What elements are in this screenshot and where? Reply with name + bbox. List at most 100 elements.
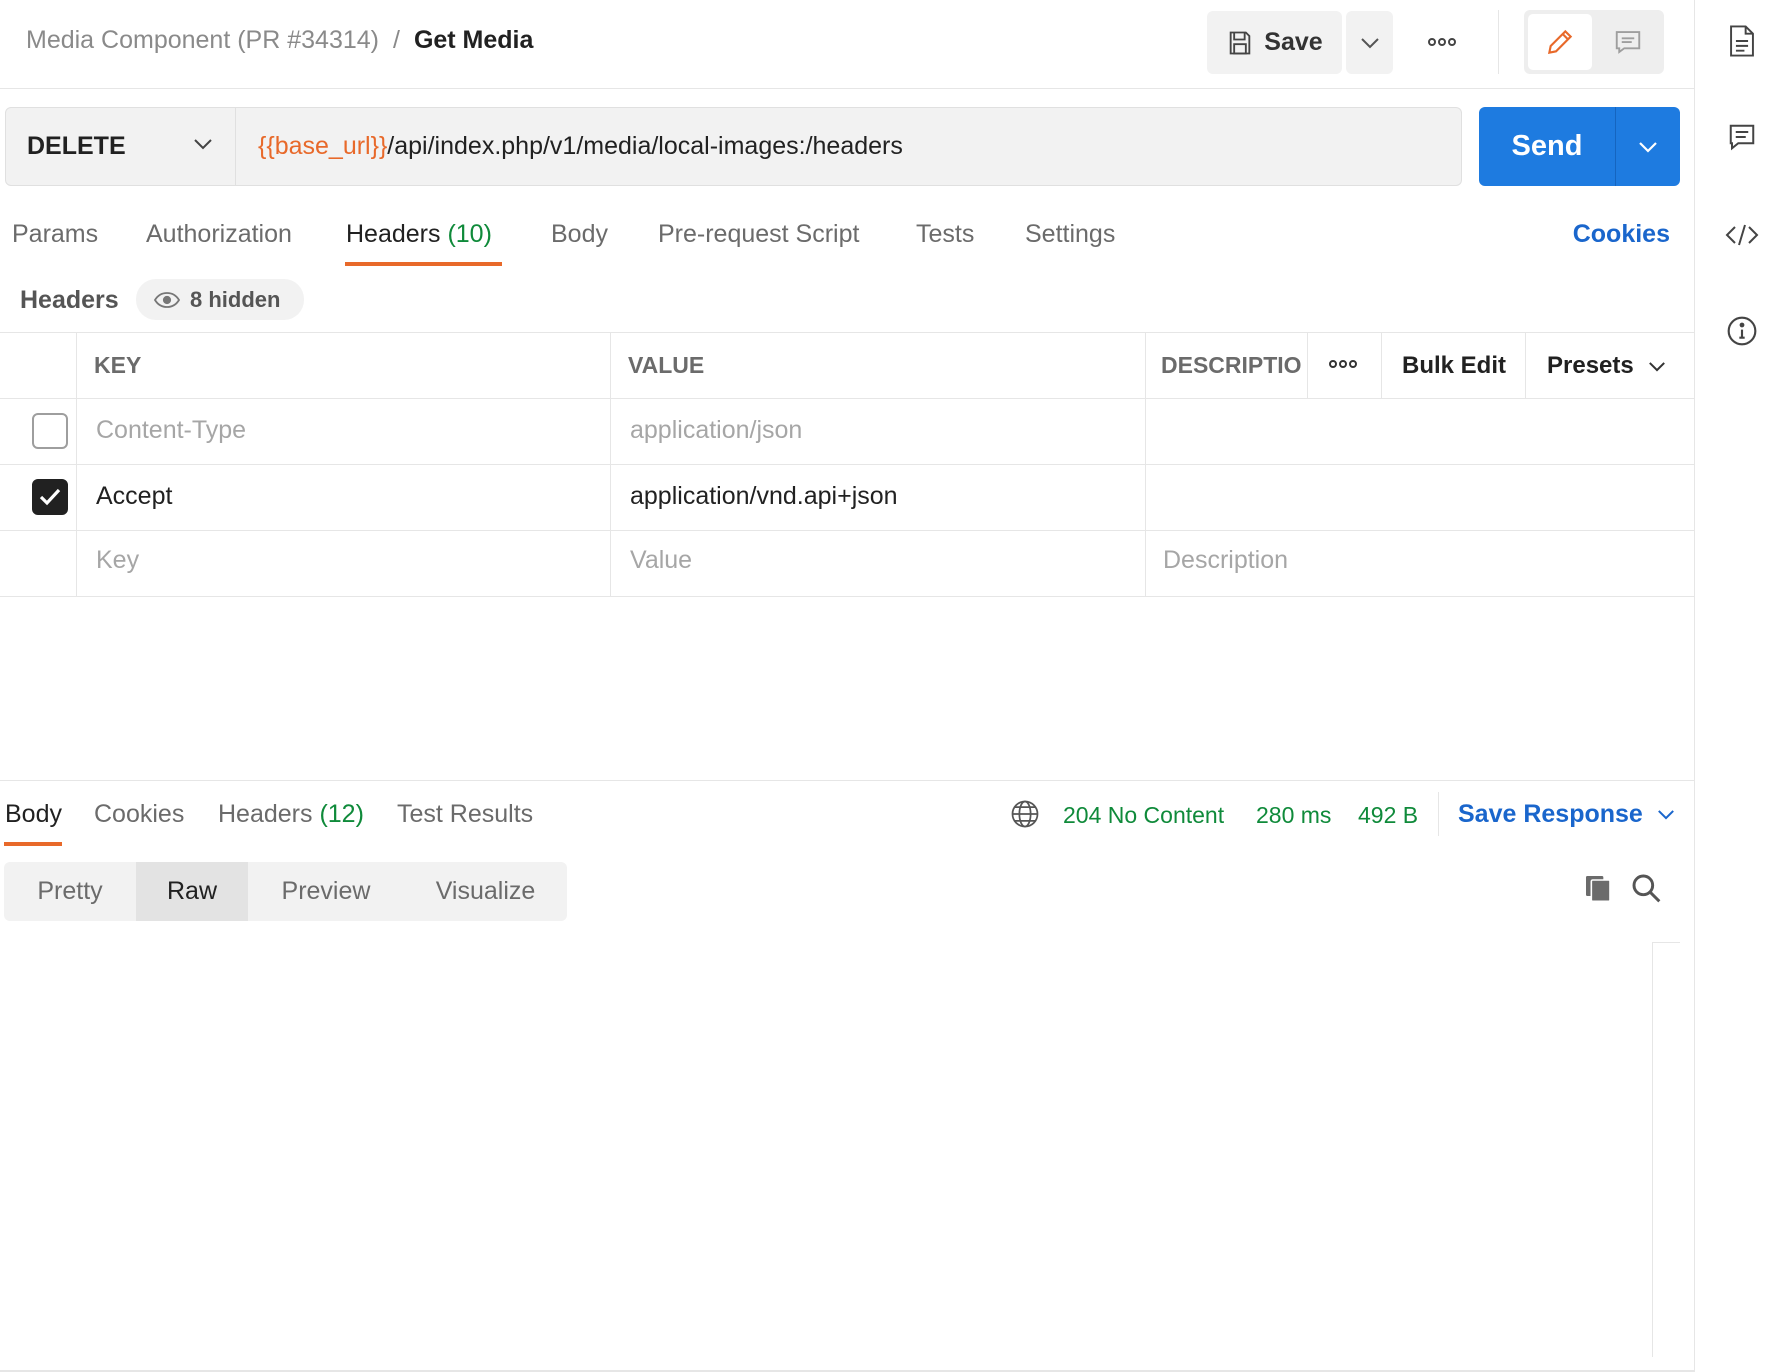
response-tab-headers-label: Headers bbox=[218, 800, 313, 828]
response-meta-divider bbox=[1438, 792, 1439, 836]
save-options-button[interactable] bbox=[1346, 11, 1393, 74]
comment-icon bbox=[1615, 31, 1641, 54]
pencil-icon bbox=[1547, 29, 1573, 55]
response-size[interactable]: 492 B bbox=[1358, 802, 1418, 829]
response-time[interactable]: 280 ms bbox=[1256, 802, 1331, 829]
view-preview[interactable]: Preview bbox=[248, 862, 404, 921]
main-panel: Media Component (PR #34314) / Get Media … bbox=[0, 0, 1694, 1372]
headers-section-title: Headers bbox=[20, 286, 119, 314]
document-icon bbox=[1730, 25, 1754, 57]
url-input[interactable]: {{base_url}}/api/index.php/v1/media/loca… bbox=[236, 107, 1462, 186]
response-tab-test-results[interactable]: Test Results bbox=[397, 800, 533, 829]
active-response-tab-indicator bbox=[4, 842, 62, 846]
search-icon[interactable] bbox=[1630, 872, 1662, 904]
tab-tests[interactable]: Tests bbox=[916, 220, 974, 249]
response-tab-headers[interactable]: Headers (12) bbox=[218, 800, 364, 829]
save-response-button[interactable]: Save Response bbox=[1458, 800, 1675, 829]
request-tabs: Params Authorization Headers (10) Body P… bbox=[0, 210, 1694, 270]
request-name[interactable]: Get Media bbox=[414, 26, 533, 55]
method-label: DELETE bbox=[27, 132, 126, 160]
more-horizontal-icon bbox=[1428, 38, 1456, 46]
response-tab-cookies[interactable]: Cookies bbox=[94, 800, 184, 829]
header-value-cell[interactable]: application/json bbox=[630, 416, 802, 445]
response-body-scroll-top bbox=[1652, 942, 1680, 943]
table-border bbox=[0, 398, 1694, 399]
tab-prerequest-script[interactable]: Pre-request Script bbox=[658, 220, 859, 249]
url-path: /api/index.php/v1/media/local-images:/he… bbox=[387, 132, 903, 160]
eye-icon bbox=[154, 291, 180, 308]
hidden-headers-toggle[interactable]: 8 hidden bbox=[136, 279, 304, 320]
column-header-value: VALUE bbox=[628, 352, 705, 378]
view-pretty[interactable]: Pretty bbox=[4, 862, 136, 921]
new-key-input[interactable]: Key bbox=[96, 546, 139, 575]
save-response-label: Save Response bbox=[1458, 800, 1643, 828]
header-row-checkbox[interactable] bbox=[32, 479, 68, 515]
comment-icon bbox=[1729, 124, 1755, 151]
right-sidebar bbox=[1694, 0, 1788, 1372]
tab-settings[interactable]: Settings bbox=[1025, 220, 1115, 249]
url-variable: {{base_url}} bbox=[258, 132, 388, 160]
view-raw[interactable]: Raw bbox=[136, 862, 248, 921]
column-divider bbox=[76, 332, 77, 596]
response-view-switcher: Pretty Raw Preview Visualize bbox=[4, 862, 567, 921]
breadcrumb-separator: / bbox=[392, 26, 400, 54]
chevron-down-icon bbox=[1648, 361, 1665, 372]
view-visualize[interactable]: Visualize bbox=[404, 862, 567, 921]
column-options-button[interactable] bbox=[1328, 356, 1358, 374]
table-border bbox=[0, 596, 1694, 597]
response-body-scrollbar-track[interactable] bbox=[1652, 942, 1653, 1357]
mode-toggle bbox=[1524, 10, 1664, 74]
documentation-button[interactable] bbox=[1725, 24, 1759, 58]
comments-button[interactable] bbox=[1725, 120, 1759, 154]
save-icon bbox=[1230, 31, 1251, 54]
tab-headers[interactable]: Headers (10) bbox=[346, 220, 492, 249]
table-border bbox=[0, 530, 1694, 531]
response-status[interactable]: 204 No Content bbox=[1063, 802, 1224, 829]
cookies-link[interactable]: Cookies bbox=[1573, 220, 1670, 249]
column-divider bbox=[1307, 332, 1308, 398]
header-row-checkbox[interactable] bbox=[32, 413, 68, 449]
column-divider bbox=[1525, 332, 1526, 398]
bulk-edit-button[interactable]: Bulk Edit bbox=[1402, 352, 1506, 380]
presets-label: Presets bbox=[1547, 352, 1634, 379]
column-divider bbox=[1145, 332, 1146, 596]
tab-headers-label: Headers bbox=[346, 220, 441, 248]
comment-mode-button[interactable] bbox=[1596, 14, 1660, 70]
tab-params[interactable]: Params bbox=[12, 220, 98, 249]
chevron-down-icon bbox=[1639, 141, 1657, 153]
save-button[interactable]: Save bbox=[1207, 11, 1342, 74]
copy-icon[interactable] bbox=[1582, 872, 1614, 904]
presets-button[interactable]: Presets bbox=[1547, 352, 1666, 380]
code-icon bbox=[1725, 224, 1759, 246]
new-description-input[interactable]: Description bbox=[1163, 546, 1288, 575]
edit-mode-button[interactable] bbox=[1528, 14, 1592, 70]
checkmark-icon bbox=[39, 488, 61, 506]
column-divider bbox=[610, 332, 611, 596]
method-select[interactable]: DELETE bbox=[5, 107, 236, 186]
breadcrumb: Media Component (PR #34314) / Get Media bbox=[26, 26, 533, 55]
header-value-cell[interactable]: application/vnd.api+json bbox=[630, 482, 898, 511]
header-key-cell[interactable]: Accept bbox=[96, 482, 172, 511]
response-divider[interactable] bbox=[0, 780, 1694, 781]
response-tab-body[interactable]: Body bbox=[5, 800, 62, 829]
more-actions-button[interactable] bbox=[1420, 24, 1464, 60]
code-snippet-button[interactable] bbox=[1725, 218, 1759, 252]
column-header-description: DESCRIPTIO bbox=[1161, 352, 1302, 378]
hidden-headers-label: 8 hidden bbox=[190, 286, 281, 312]
chevron-down-icon bbox=[194, 139, 212, 150]
header-key-cell[interactable]: Content-Type bbox=[96, 416, 246, 445]
send-button[interactable]: Send bbox=[1479, 107, 1615, 186]
headers-table: KEY VALUE DESCRIPTIO Bulk Edit Presets C… bbox=[0, 332, 1694, 598]
globe-icon[interactable] bbox=[1010, 799, 1040, 829]
tab-body[interactable]: Body bbox=[551, 220, 608, 249]
column-header-key: KEY bbox=[94, 352, 142, 378]
save-label: Save bbox=[1264, 28, 1323, 56]
breadcrumb-collection[interactable]: Media Component (PR #34314) bbox=[26, 26, 379, 55]
send-button-group: Send bbox=[1479, 107, 1680, 186]
chevron-down-icon bbox=[1360, 37, 1379, 48]
tab-headers-count: (10) bbox=[447, 220, 492, 248]
send-options-button[interactable] bbox=[1616, 107, 1680, 186]
new-value-input[interactable]: Value bbox=[630, 546, 692, 575]
tab-authorization[interactable]: Authorization bbox=[146, 220, 292, 249]
info-button[interactable] bbox=[1725, 314, 1759, 348]
